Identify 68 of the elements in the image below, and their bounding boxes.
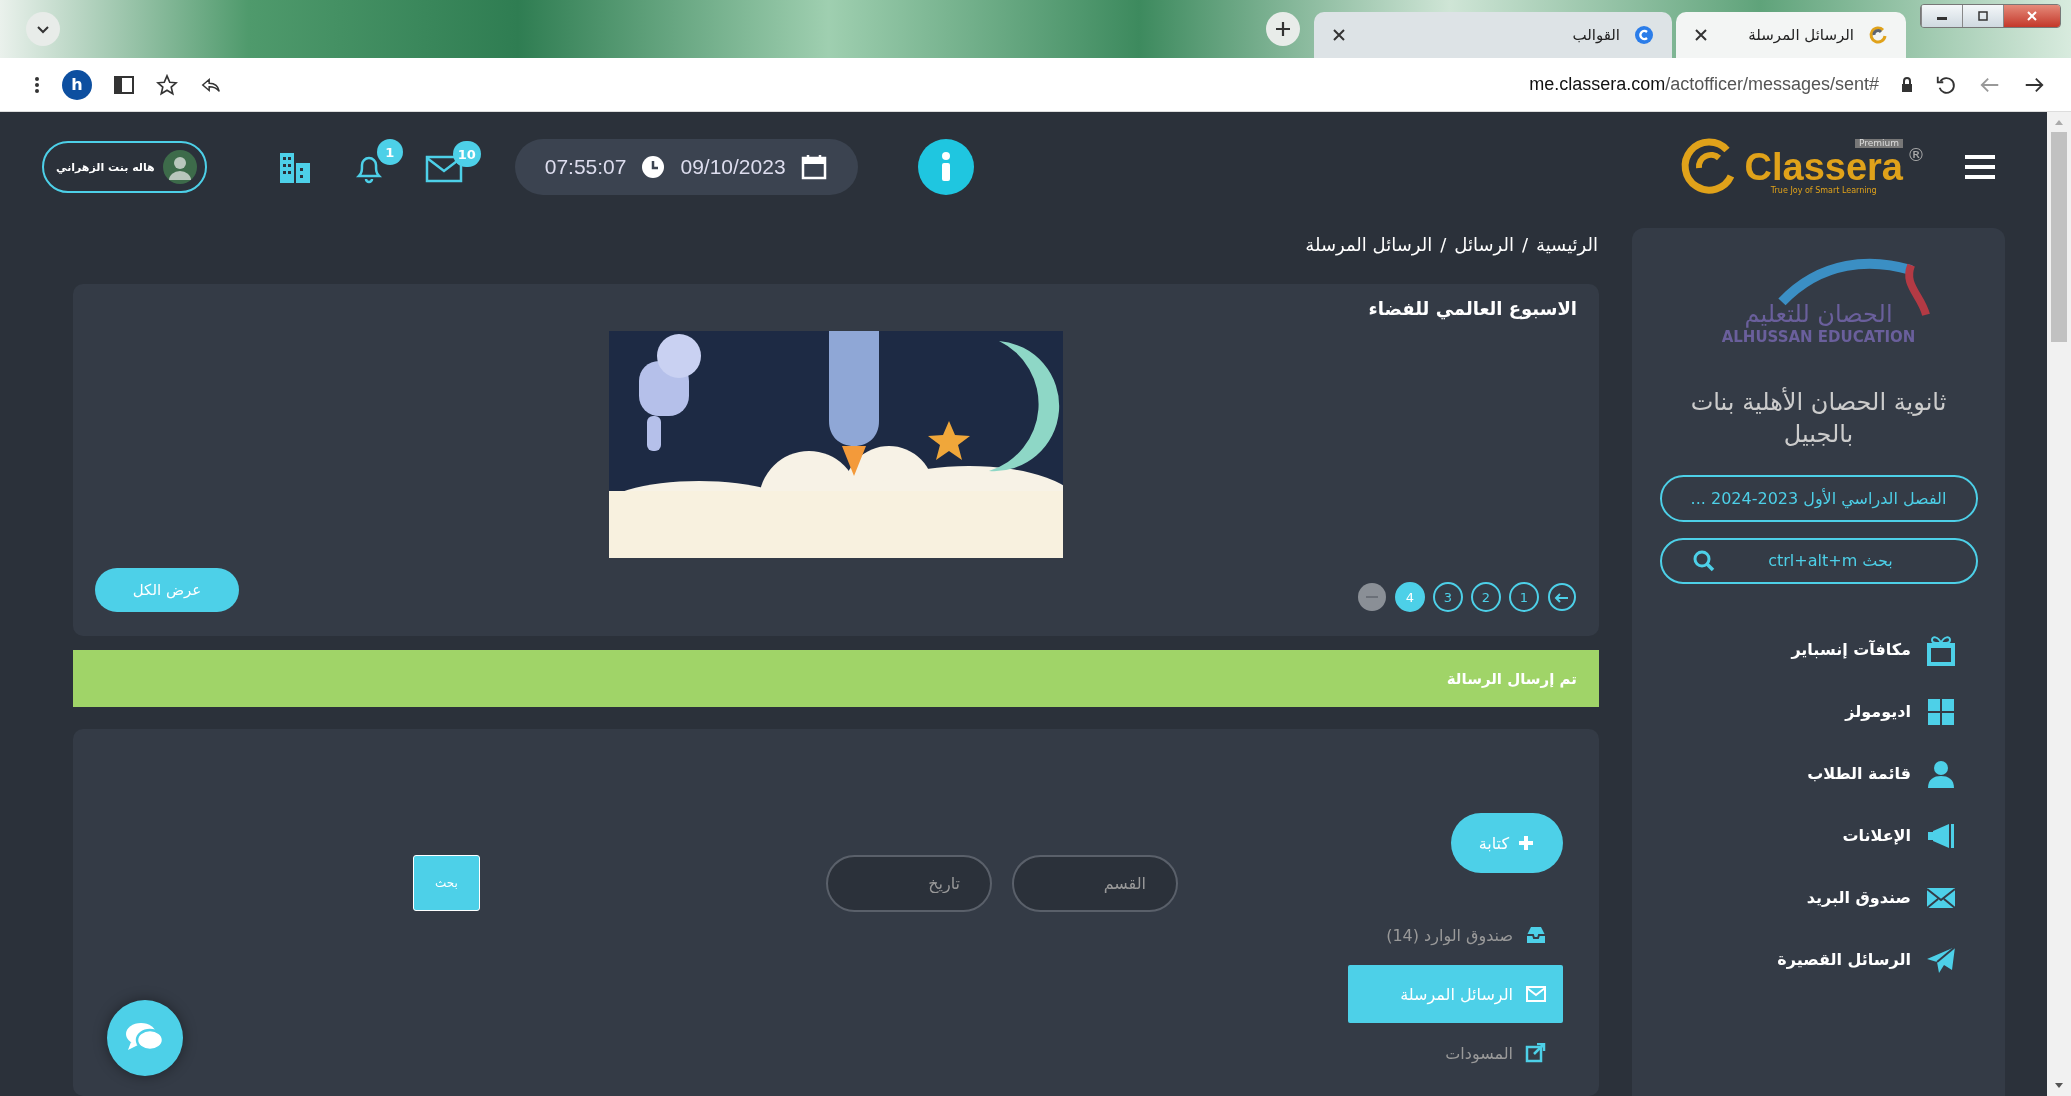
- registered-mark: ®: [1907, 144, 1925, 165]
- star-icon[interactable]: [156, 73, 178, 96]
- page-button[interactable]: 1: [1509, 582, 1539, 612]
- breadcrumb-link[interactable]: الرئيسية: [1536, 234, 1598, 274]
- page-button[interactable]: 3: [1433, 582, 1463, 612]
- sidebar-item[interactable]: الإعلانات: [1632, 819, 1957, 852]
- profile-avatar[interactable]: h: [62, 69, 92, 100]
- school-name: ثانوية الحصان الأهلية بنات بالجبيل: [1689, 386, 1948, 451]
- announcement-title: الاسبوع العالمي للفضاء: [1367, 298, 1577, 319]
- new-tab-button[interactable]: [1266, 12, 1300, 46]
- tab-search-button[interactable]: [26, 12, 60, 46]
- browser-tab[interactable]: الرسائل المرسلة: [1676, 12, 1906, 58]
- plus-icon: [1274, 20, 1292, 38]
- close-icon: [2026, 10, 2038, 22]
- sidebar-item[interactable]: اديومولز: [1632, 695, 1957, 728]
- gift-icon: [1925, 633, 1957, 666]
- notification-count: 1: [376, 139, 403, 165]
- search-icon: [1691, 548, 1716, 573]
- external-link-icon: [1525, 1043, 1547, 1063]
- term-selector[interactable]: الفصل الدراسي الأول 2023-2024 ...: [1659, 474, 1978, 522]
- scroll-thumb[interactable]: [2051, 132, 2067, 342]
- envelope-icon: [1525, 984, 1547, 1004]
- logo-tagline: True Joy of Smart Learning: [1770, 186, 1877, 196]
- clock-icon: [640, 154, 667, 180]
- close-window-button[interactable]: [2003, 5, 2060, 27]
- time-text: 07:55:07: [544, 155, 627, 179]
- tray-icon: [1525, 925, 1547, 945]
- sidebar-item[interactable]: قائمة الطلاب: [1632, 757, 1957, 790]
- scrollbar[interactable]: [2047, 112, 2071, 1096]
- breadcrumb-separator: /: [1521, 234, 1528, 257]
- folder-item[interactable]: المسودات: [1348, 1035, 1563, 1071]
- browser-tab[interactable]: القوالب: [1314, 12, 1672, 58]
- menu-icon[interactable]: [1965, 154, 1995, 180]
- sidebar-item[interactable]: صندوق البريد: [1632, 881, 1957, 914]
- plus-icon: [1517, 834, 1535, 852]
- search-field[interactable]: بحث ctrl+alt+m: [1659, 537, 1978, 584]
- sidebar-item[interactable]: الرسائل القصيرة: [1632, 943, 1957, 976]
- filter-field[interactable]: تاريخ: [826, 855, 992, 912]
- filter-field[interactable]: القسم: [1012, 855, 1178, 912]
- user-menu[interactable]: هاله بنت الزهراني: [42, 141, 207, 193]
- scroll-down-icon[interactable]: [2054, 1082, 2064, 1090]
- breadcrumb-link[interactable]: الرسائل: [1454, 234, 1514, 274]
- url-field[interactable]: me.classera.com/actofficer/messages/sent#: [244, 74, 1879, 95]
- school-logo-english: ALHUSSAN EDUCATION: [1721, 328, 1916, 346]
- close-icon[interactable]: [1694, 28, 1708, 42]
- maximize-icon: [1977, 10, 1989, 22]
- close-icon[interactable]: [1332, 28, 1346, 42]
- logo-badge: Premium: [1854, 138, 1903, 149]
- favicon-icon: [1634, 25, 1654, 45]
- classera-logo[interactable]: Premium Classera True Joy of Smart Learning ®: [1678, 136, 1925, 198]
- side-panel-icon[interactable]: [114, 75, 134, 94]
- info-icon[interactable]: [917, 139, 974, 195]
- favicon-icon: [1868, 25, 1888, 45]
- date-text: 09/10/2023: [680, 155, 786, 179]
- school-logo-arabic: الحصان للتعليم: [1744, 300, 1893, 328]
- lock-icon[interactable]: [1901, 76, 1913, 93]
- breadcrumb-separator: /: [1440, 234, 1447, 257]
- sidebar-item[interactable]: مكافآت إنسباير: [1632, 633, 1957, 666]
- folder-item[interactable]: صندوق الوارد (14): [1348, 917, 1563, 953]
- minimize-button[interactable]: [1921, 5, 1962, 27]
- success-alert: تم إرسال الرسالة: [73, 650, 1599, 707]
- calendar-icon: [799, 153, 828, 181]
- logo-text: Classera: [1744, 148, 1903, 187]
- page-button[interactable]: 2: [1471, 582, 1501, 612]
- avatar-icon: [162, 150, 197, 184]
- maximize-button[interactable]: [1962, 5, 2003, 27]
- menu-icon[interactable]: [34, 74, 40, 95]
- message-count: 10: [452, 141, 481, 167]
